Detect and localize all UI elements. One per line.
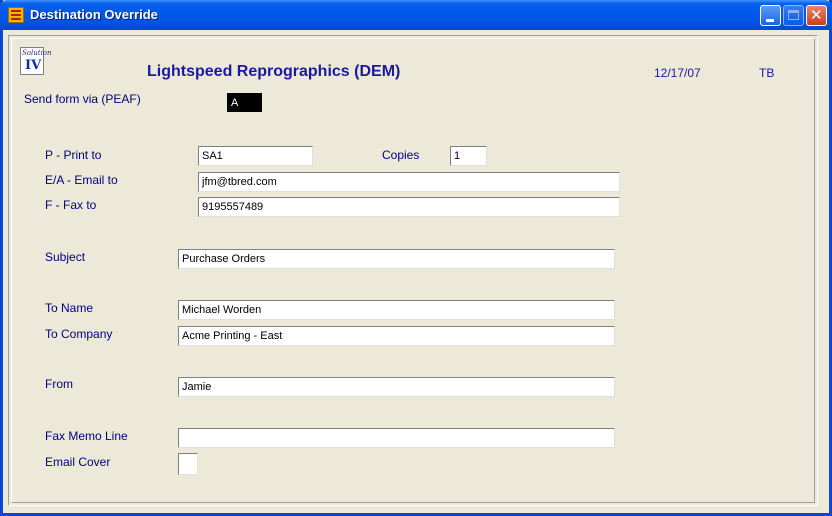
send-via-label: Send form via (PEAF) [24, 92, 141, 106]
from-label: From [45, 377, 73, 391]
to-company-input[interactable]: Acme Printing - East [178, 326, 615, 346]
solution-iv-logo: Solution IV [20, 47, 52, 75]
subject-label: Subject [45, 250, 86, 264]
logo-script: Solution [22, 49, 52, 57]
print-to-label: P - Print to [45, 148, 102, 162]
logo-numeral: IV [25, 58, 42, 73]
copies-input[interactable]: 1 [450, 146, 487, 166]
fax-to-input[interactable]: 9195557489 [198, 197, 620, 217]
window-title: Destination Override [30, 7, 158, 22]
email-to-input[interactable]: jfm@tbred.com [198, 172, 620, 192]
subject-input[interactable]: Purchase Orders [178, 249, 615, 269]
from-input[interactable]: Jamie [178, 377, 615, 397]
fax-memo-input[interactable] [178, 428, 615, 448]
company-title: Lightspeed Reprographics (DEM) [147, 63, 401, 80]
email-to-label: E/A - Email to [45, 173, 118, 187]
to-company-label: To Company [45, 327, 113, 341]
send-via-input[interactable]: A [227, 93, 262, 112]
header-date: 12/17/07 [654, 66, 701, 80]
fax-to-label: F - Fax to [45, 198, 97, 212]
email-cover-input[interactable] [178, 453, 198, 475]
copies-label: Copies [382, 148, 420, 162]
fax-memo-label: Fax Memo Line [45, 429, 128, 443]
title-bar[interactable]: Destination Override [0, 0, 832, 30]
print-to-input[interactable]: SA1 [198, 146, 313, 166]
email-cover-label: Email Cover [45, 455, 111, 469]
app-form-icon [8, 7, 24, 23]
to-name-input[interactable]: Michael Worden [178, 300, 615, 320]
close-button[interactable] [806, 5, 827, 26]
maximize-button[interactable] [783, 5, 804, 26]
header-user: TB [759, 66, 775, 80]
minimize-button[interactable] [760, 5, 781, 26]
to-name-label: To Name [45, 301, 94, 315]
